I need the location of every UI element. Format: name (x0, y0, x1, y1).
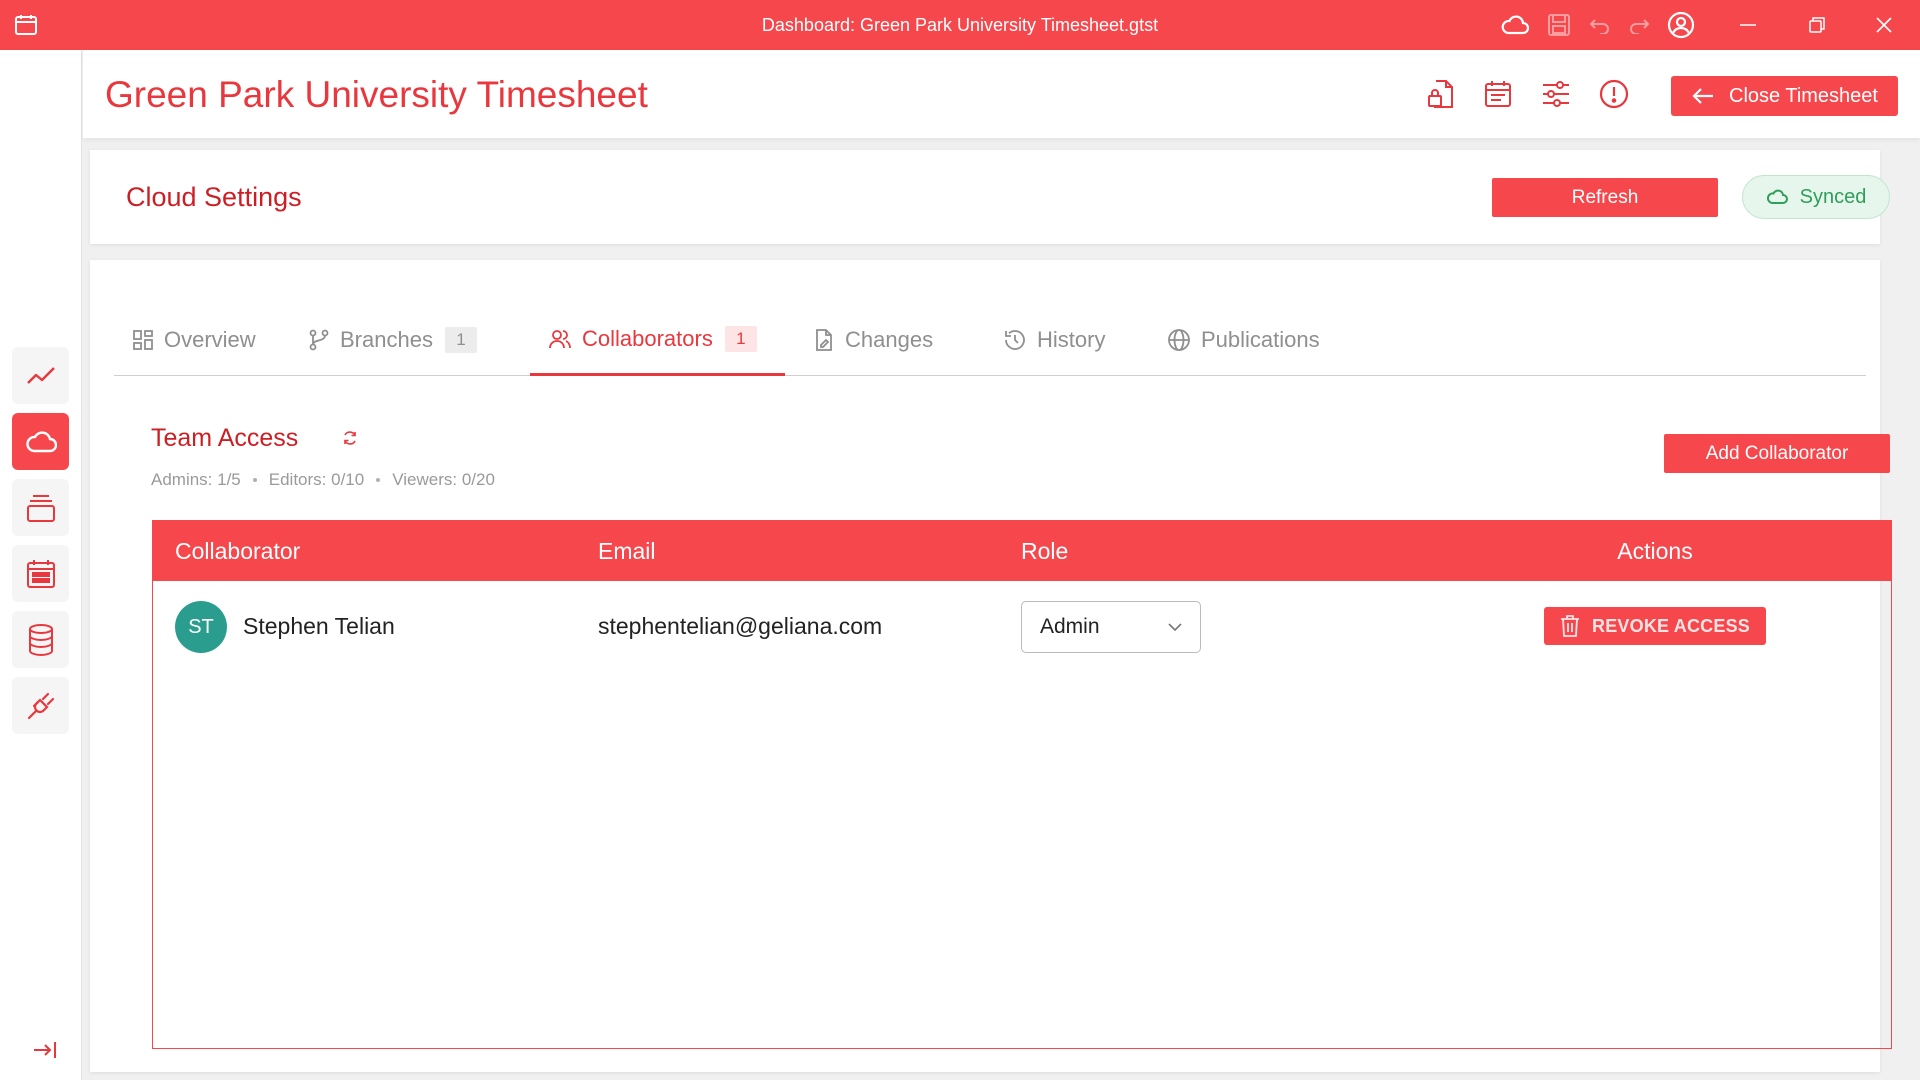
page-title: Green Park University Timesheet (105, 74, 648, 115)
trash-icon (1560, 615, 1580, 637)
tab-label: Changes (845, 327, 934, 352)
sidebar-item-database[interactable] (12, 611, 69, 668)
tab-label: History (1037, 327, 1106, 352)
sidebar-item-integrations[interactable] (12, 677, 69, 734)
viewer-limit: Viewers: 0/20 (392, 470, 495, 489)
tab-branches[interactable]: Branches 1 (290, 304, 495, 376)
refresh-icon[interactable] (342, 430, 358, 446)
collaborator-name: Stephen Telian (243, 613, 395, 639)
tab-overview[interactable]: Overview (114, 304, 274, 376)
cloud-settings-card: Cloud Settings Refresh Synced (90, 150, 1890, 244)
editor-limit: Editors: 0/10 (268, 470, 365, 489)
close-timesheet-button[interactable]: Close Timesheet (1671, 76, 1898, 116)
tab-history[interactable]: History (985, 304, 1123, 376)
separator-dot (376, 478, 381, 482)
tab-label: Overview (164, 327, 256, 352)
minimize-icon[interactable] (1733, 10, 1763, 40)
tab-count-badge: 1 (444, 327, 477, 353)
admin-limit: Admins: 1/5 (151, 470, 241, 489)
sidebar-item-layers[interactable] (12, 479, 69, 536)
users-icon (548, 328, 572, 350)
avatar: ST (175, 601, 227, 653)
cloud-icon[interactable] (1500, 10, 1530, 40)
close-icon[interactable] (1869, 10, 1899, 40)
tab-changes[interactable]: Changes (795, 304, 951, 376)
column-header-email: Email (598, 538, 656, 564)
file-edit-icon (813, 328, 835, 352)
column-header-actions: Actions (1617, 538, 1693, 564)
window-titlebar: Dashboard: Green Park University Timeshe… (0, 0, 1920, 50)
history-icon (1003, 329, 1027, 351)
sidebar-item-calendar[interactable] (12, 545, 69, 602)
refresh-button[interactable]: Refresh (1492, 178, 1718, 217)
revoke-access-label: REVOKE ACCESS (1592, 615, 1750, 636)
user-icon[interactable] (1666, 10, 1696, 40)
column-header-collaborator: Collaborator (175, 538, 301, 564)
trend-icon (26, 365, 56, 387)
tab-bar: Overview Branches 1 Collaborators 1 Chan… (114, 304, 1866, 376)
tab-label: Collaborators (582, 325, 713, 351)
collaborator-email: stephentelian@geliana.com (598, 613, 883, 639)
redo-icon[interactable] (1624, 10, 1654, 40)
collapse-icon[interactable] (32, 1040, 58, 1060)
cloud-icon (1766, 189, 1788, 205)
team-access-title: Team Access (151, 424, 299, 452)
sidebar-item-cloud[interactable] (12, 413, 69, 470)
sliders-icon[interactable] (1538, 76, 1574, 112)
separator-dot (252, 478, 257, 482)
table-row: ST Stephen Telian stephentelian@geliana.… (153, 581, 1891, 671)
alert-icon[interactable] (1596, 76, 1632, 112)
tab-publications[interactable]: Publications (1149, 304, 1338, 376)
role-limits: Admins: 1/5 Editors: 0/10 Viewers: 0/20 (151, 470, 495, 490)
column-header-role: Role (1021, 538, 1069, 564)
table-header: Collaborator Email Role Actions (153, 521, 1891, 581)
grid-icon (132, 329, 154, 351)
status-label: Synced (1799, 185, 1867, 208)
role-value: Admin (1040, 615, 1100, 638)
add-collaborator-button[interactable]: Add Collaborator (1664, 434, 1890, 473)
document-lock-icon[interactable] (1422, 76, 1458, 112)
revoke-access-button[interactable]: REVOKE ACCESS (1544, 607, 1766, 645)
collaborators-panel: Overview Branches 1 Collaborators 1 Chan… (90, 260, 1892, 1072)
arrow-left-icon (1691, 86, 1715, 106)
close-timesheet-label: Close Timesheet (1729, 84, 1878, 107)
cloud-icon (25, 430, 57, 454)
tab-label: Branches (340, 327, 433, 352)
chevron-down-icon (1168, 623, 1182, 631)
plug-icon (26, 691, 56, 721)
database-icon (27, 623, 55, 656)
tab-count-badge: 1 (724, 325, 757, 352)
sidebar-item-analytics[interactable] (12, 347, 69, 404)
sidebar (0, 50, 82, 1080)
collaborators-table: Collaborator Email Role Actions ST Steph… (152, 520, 1892, 1049)
branch-icon (308, 329, 330, 351)
app-header: Green Park University Timesheet Close Ti… (83, 50, 1920, 138)
calendar-grid-icon (26, 559, 56, 589)
calendar-icon[interactable] (1480, 76, 1516, 112)
section-title: Cloud Settings (126, 182, 302, 212)
undo-icon[interactable] (1585, 10, 1615, 40)
tab-collaborators[interactable]: Collaborators 1 (530, 304, 785, 376)
save-icon[interactable] (1544, 10, 1574, 40)
status-badge: Synced (1742, 175, 1890, 219)
restore-icon[interactable] (1802, 10, 1832, 40)
tab-label: Publications (1201, 327, 1320, 352)
role-select[interactable]: Admin (1021, 601, 1201, 653)
globe-icon (1167, 328, 1191, 352)
layers-icon (26, 493, 56, 523)
